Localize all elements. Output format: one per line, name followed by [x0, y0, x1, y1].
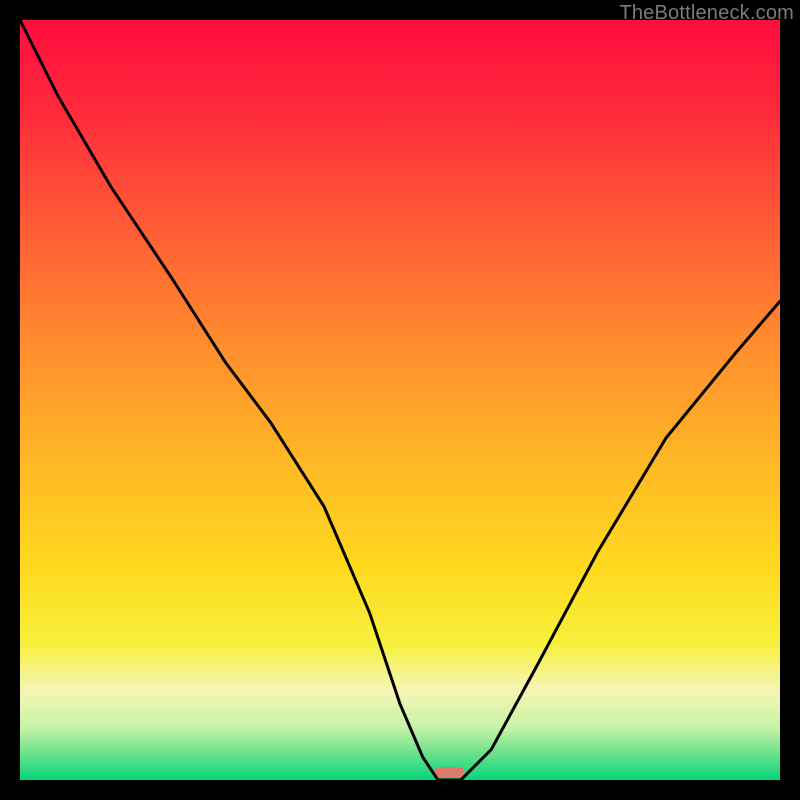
- optimal-marker: [434, 767, 464, 778]
- chart-svg: [20, 20, 780, 780]
- watermark-text: TheBottleneck.com: [619, 2, 794, 25]
- chart-frame: [20, 20, 780, 780]
- gradient-background: [20, 20, 780, 780]
